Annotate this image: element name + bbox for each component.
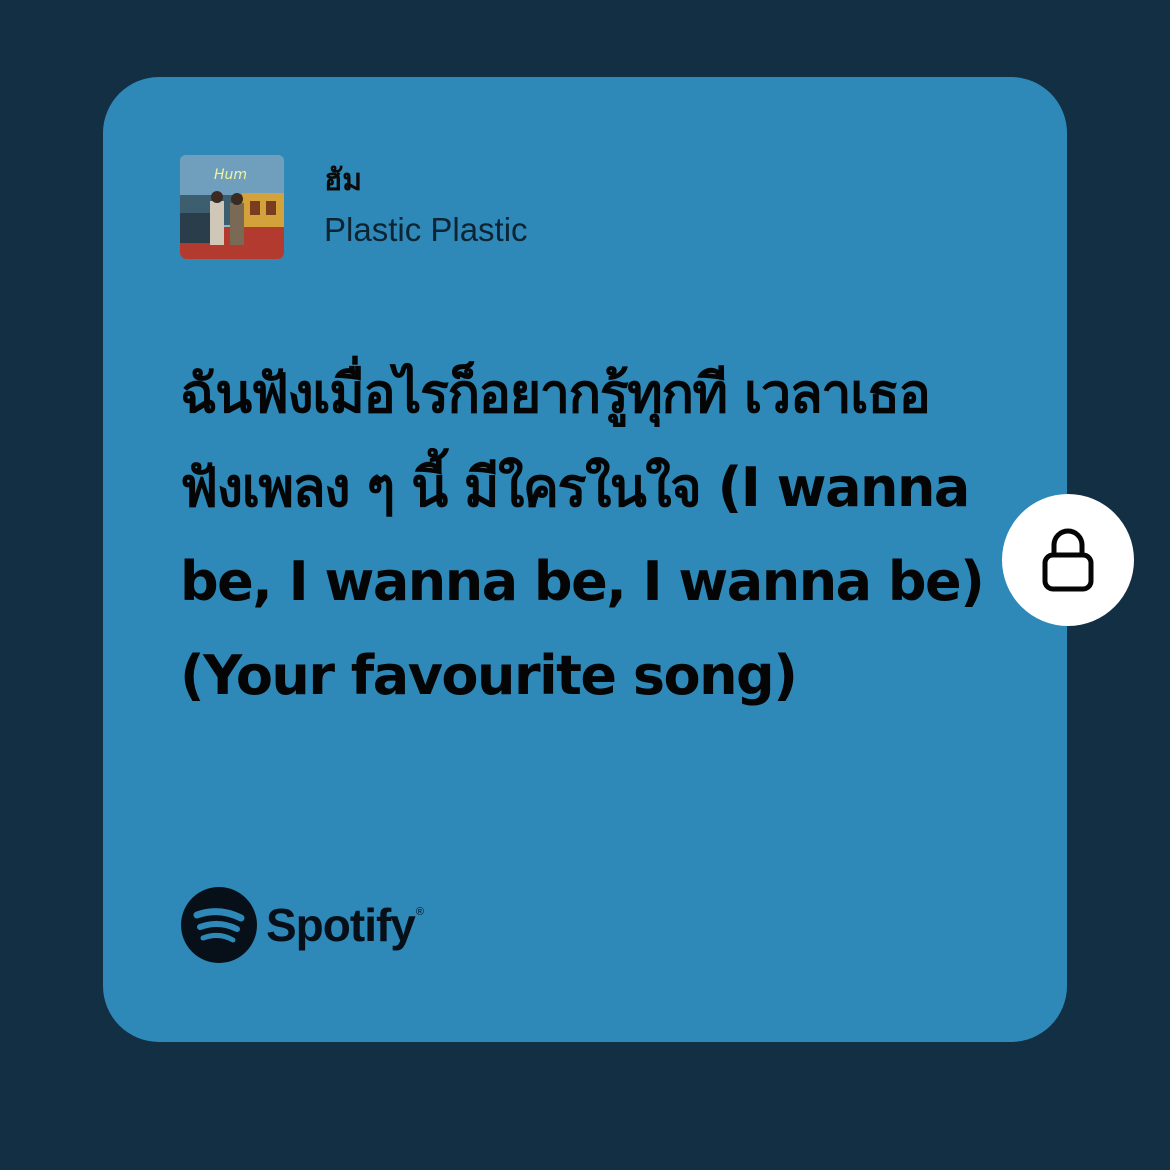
spotify-wordmark: Spotify® <box>266 898 424 952</box>
track-info: Hum ฮัม Plastic Plastic <box>180 155 528 259</box>
lock-icon <box>1042 528 1094 592</box>
spotify-logo-icon <box>181 887 257 963</box>
spotify-brand: Spotify® <box>181 887 424 963</box>
lock-button[interactable] <box>1002 494 1134 626</box>
artist-name: Plastic Plastic <box>324 211 528 248</box>
track-meta: ฮัม Plastic Plastic <box>324 162 528 252</box>
lyrics-text: ฉันฟังเมื่อไรก็อยากรู้ทุกที เวลาเธอฟังเพ… <box>180 362 985 707</box>
spotify-name: Spotify <box>266 899 416 951</box>
lyrics-share-card: Hum ฮัม Plastic Plastic ฉันฟังเมื่อไรก็อ… <box>103 77 1067 1042</box>
album-cover-image: Hum <box>180 155 284 259</box>
trademark-symbol: ® <box>415 906 424 918</box>
cover-title-text: Hum <box>214 167 247 183</box>
song-title: ฮัม <box>324 163 363 198</box>
